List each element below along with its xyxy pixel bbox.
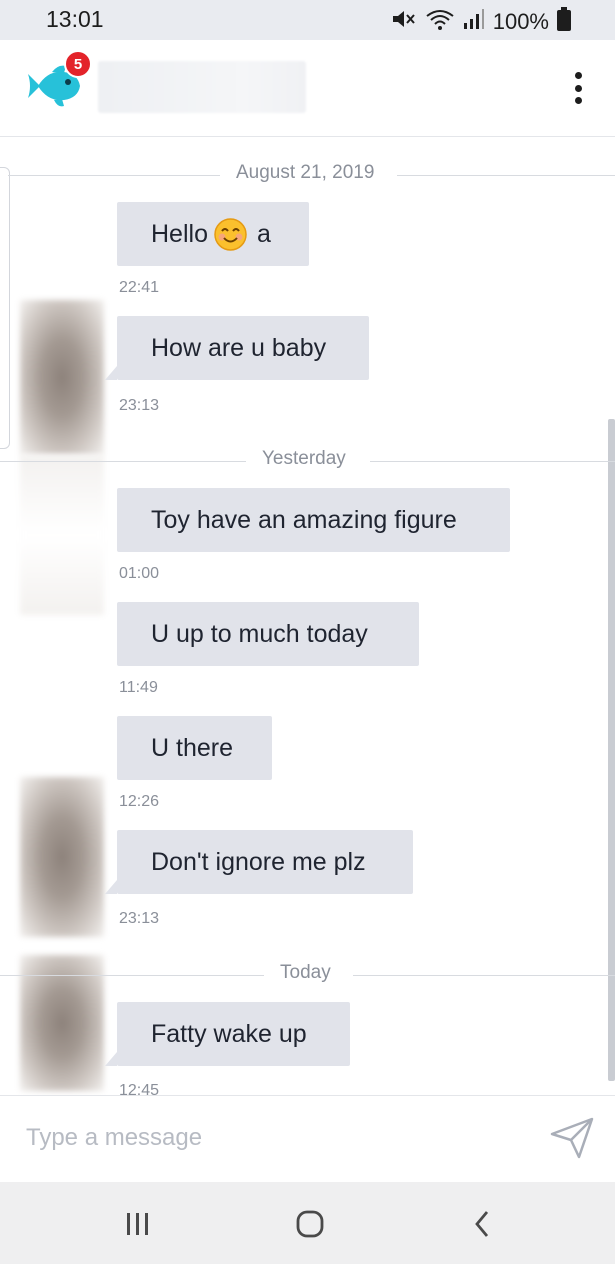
message-bubble[interactable]: How are u baby — [105, 316, 369, 380]
battery-icon — [557, 7, 571, 36]
battery-percent: 100% — [492, 8, 549, 34]
status-time: 13:01 — [46, 6, 104, 32]
message-bubble[interactable]: Don't ignore me plz — [105, 830, 413, 894]
menu-dot — [574, 84, 582, 92]
divider-line — [370, 461, 615, 462]
message-timestamp: 11:49 — [119, 679, 158, 696]
message-text: U up to much today — [151, 619, 368, 648]
avatar-redacted — [20, 777, 104, 937]
message-composer — [0, 1095, 615, 1183]
contact-name-redacted — [98, 61, 306, 113]
date-divider-label: August 21, 2019 — [236, 162, 375, 183]
message-timestamp: 12:26 — [119, 793, 160, 810]
status-bar: 13:01 100% — [0, 0, 615, 40]
more-vertical-icon[interactable] — [563, 68, 593, 108]
date-divider: Yesterday — [0, 448, 615, 474]
date-divider: August 21, 2019 — [0, 162, 615, 188]
divider-line — [0, 461, 246, 462]
signal-icon — [463, 8, 485, 35]
message-text: How are u baby — [151, 333, 327, 362]
message-text: Toy have an amazing figure — [151, 505, 457, 534]
avatar-redacted — [20, 300, 104, 455]
date-divider: Today — [0, 962, 615, 988]
message-timestamp: 23:13 — [119, 910, 160, 927]
wifi-icon — [425, 8, 455, 35]
date-divider-label: Yesterday — [262, 448, 346, 469]
message-bubble[interactable]: Toy have an amazing figure — [117, 488, 510, 552]
partial-panel-edge — [0, 167, 10, 449]
message-text: Hello — [151, 219, 208, 248]
menu-dot — [574, 97, 582, 104]
message-timestamp: 23:13 — [119, 397, 160, 414]
message-timestamp: 01:00 — [119, 565, 160, 582]
chat-area[interactable]: August 21, 2019 Hello a 22:41 How are u … — [0, 137, 615, 1095]
avatar-trail — [20, 455, 104, 615]
mute-icon — [391, 8, 417, 35]
message-text: U there — [151, 733, 233, 762]
notification-badge[interactable]: 5 — [64, 50, 92, 78]
smiling-face-emoji — [214, 217, 247, 251]
message-bubble[interactable]: Hello a — [117, 202, 309, 266]
date-divider-label: Today — [280, 962, 331, 983]
message-input[interactable] — [26, 1118, 506, 1158]
message-bubble[interactable]: U up to much today — [117, 602, 419, 666]
divider-line — [8, 175, 220, 176]
message-text: Fatty wake up — [151, 1019, 307, 1048]
menu-dot — [574, 72, 582, 79]
message-timestamp: 12:45 — [119, 1082, 160, 1095]
recent-apps-icon[interactable] — [118, 1208, 158, 1240]
message-text: a — [256, 219, 271, 248]
send-icon[interactable] — [549, 1116, 595, 1160]
divider-line — [353, 975, 615, 976]
back-icon[interactable] — [462, 1208, 502, 1240]
message-bubble[interactable]: Fatty wake up — [105, 1002, 350, 1066]
message-timestamp: 22:41 — [119, 279, 160, 296]
message-text: Don't ignore me plz — [151, 847, 366, 876]
status-icons: 100% — [391, 7, 571, 36]
divider-line — [0, 975, 264, 976]
divider-line — [397, 175, 615, 176]
app-header: 5 — [0, 40, 615, 137]
message-bubble[interactable]: U there — [117, 716, 272, 780]
system-nav-bar — [0, 1182, 615, 1264]
home-icon[interactable] — [290, 1208, 330, 1240]
